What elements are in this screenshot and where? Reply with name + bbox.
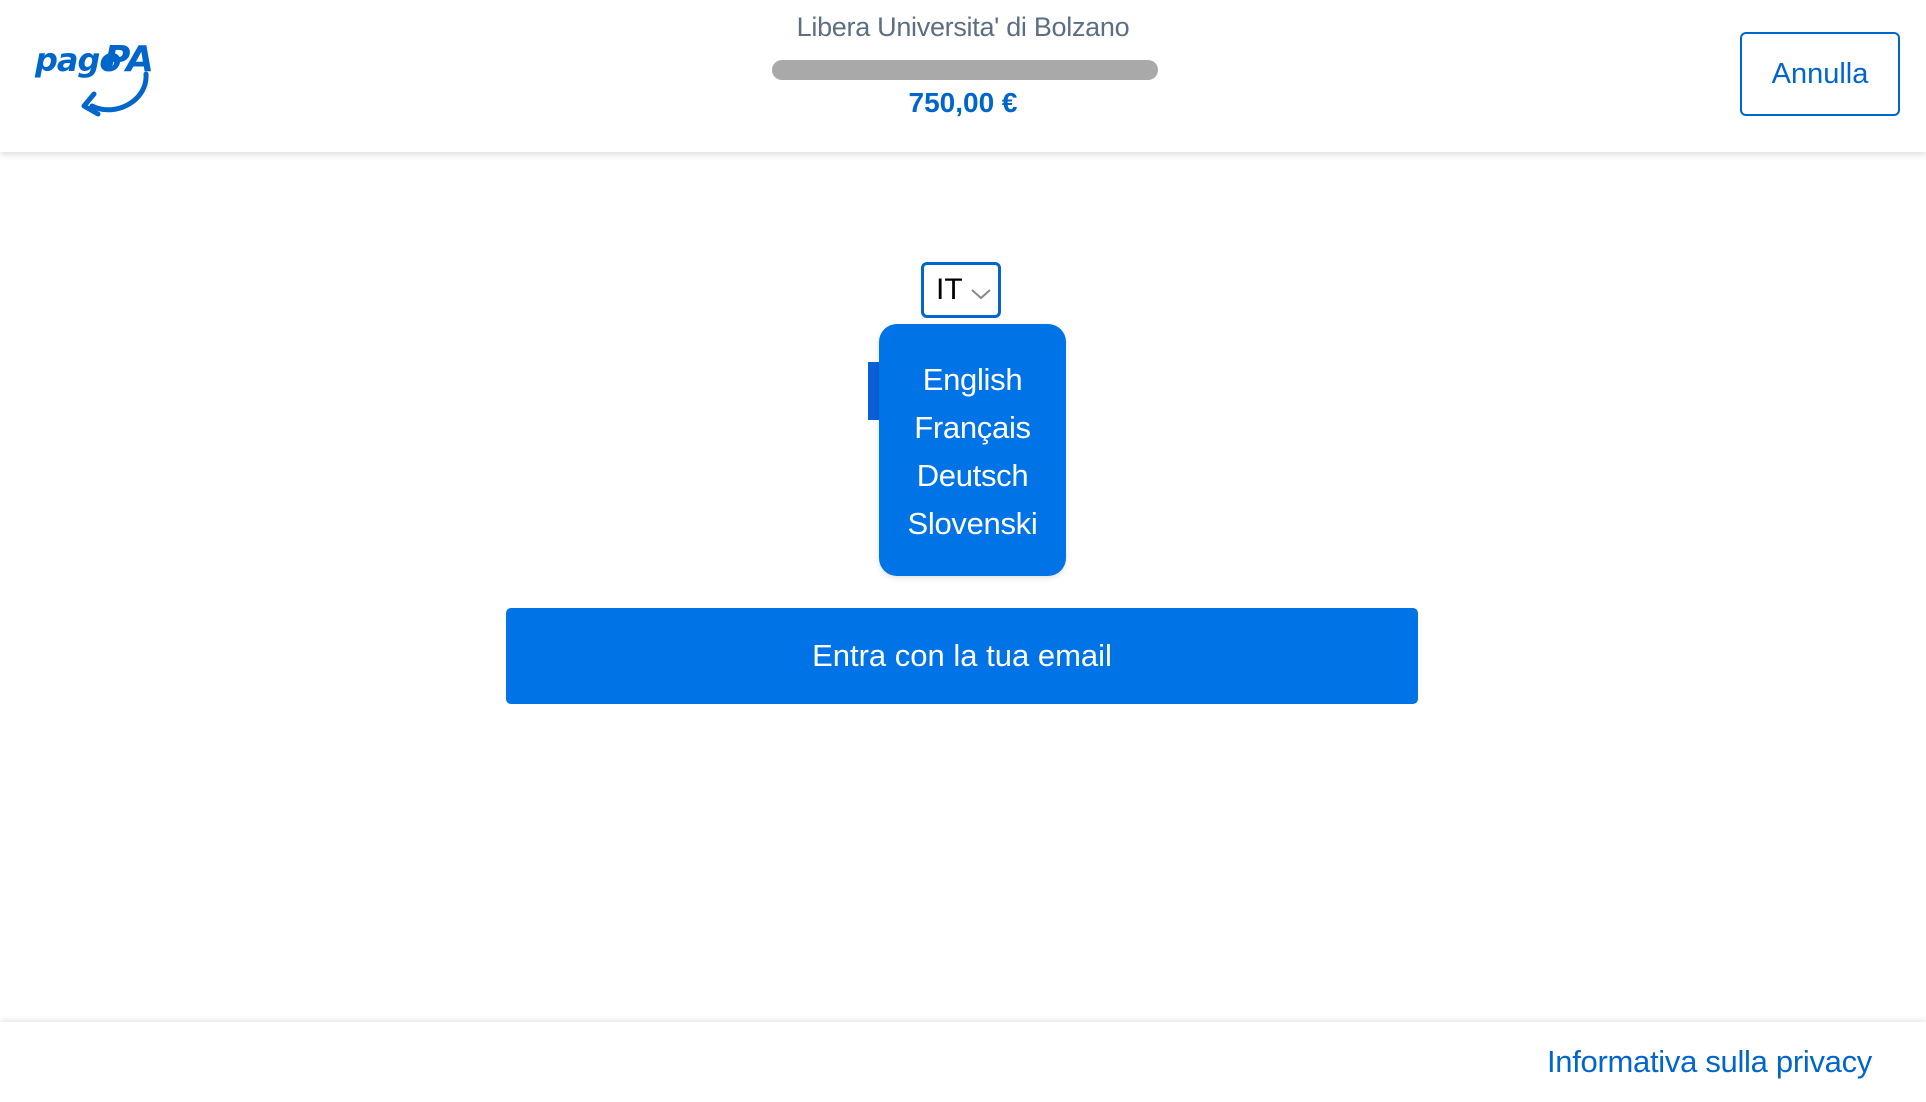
language-dropdown-menu: English Français Deutsch Slovenski (879, 324, 1066, 576)
page: pago PA Libera Universita' di Bolzano 75… (0, 0, 1926, 1102)
payment-summary: Libera Universita' di Bolzano 750,00 € (663, 8, 1263, 120)
creditor-name: Libera Universita' di Bolzano (796, 12, 1130, 42)
language-option-german[interactable]: Deutsch (879, 452, 1066, 500)
email-login-button[interactable]: Entra con la tua email (506, 608, 1418, 704)
language-option-french[interactable]: Français (879, 404, 1066, 452)
redaction-bar (772, 60, 1158, 80)
language-selected-value: IT (936, 273, 963, 306)
language-option-slovenian[interactable]: Slovenski (879, 500, 1066, 548)
language-select[interactable]: IT (921, 262, 1001, 318)
payment-amount: 750,00 € (908, 87, 1018, 118)
pagopa-logo: pago PA (34, 38, 152, 120)
language-option-english[interactable]: English (879, 356, 1066, 404)
header: pago PA Libera Universita' di Bolzano 75… (0, 0, 1926, 152)
privacy-policy-link[interactable]: Informativa sulla privacy (1547, 1044, 1872, 1080)
chevron-down-icon (970, 287, 992, 301)
footer: Informativa sulla privacy (0, 1022, 1926, 1102)
cancel-button[interactable]: Annulla (1740, 32, 1900, 116)
